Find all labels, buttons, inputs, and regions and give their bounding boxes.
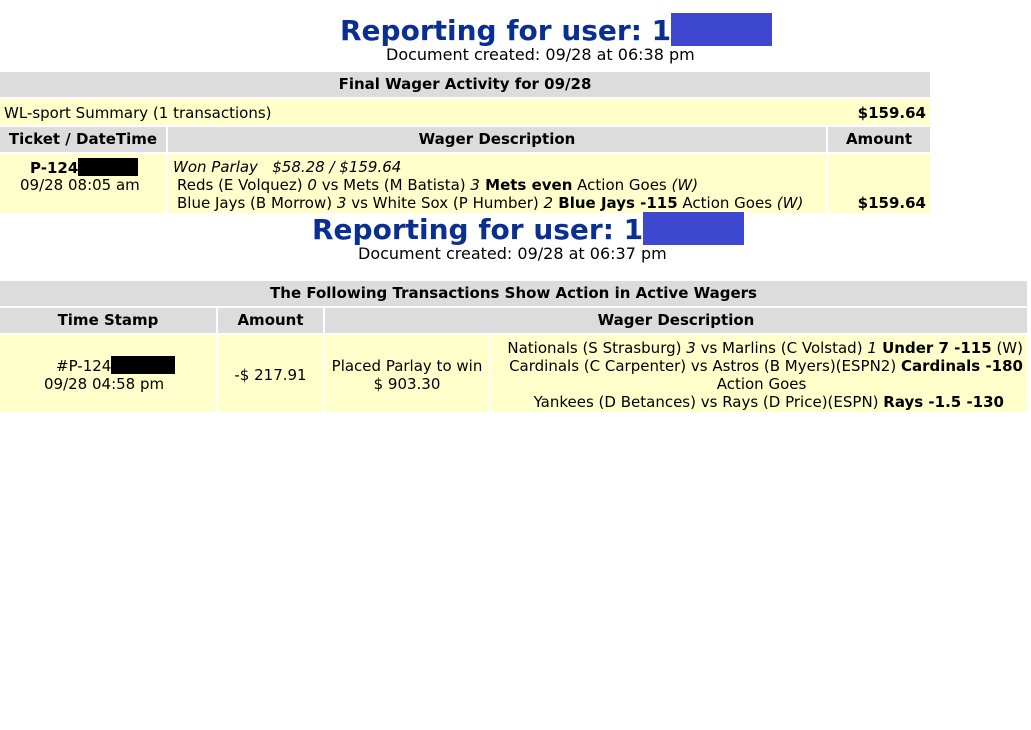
leg-result: (W)	[776, 194, 804, 212]
redacted-ticket	[78, 158, 139, 176]
leg-text: Reds (E Volquez)	[177, 176, 308, 194]
leg-text: Nationals (S Strasburg)	[507, 339, 687, 357]
section-title: The Following Transactions Show Action i…	[0, 281, 1027, 306]
leg-text: Blue Jays (B Morrow)	[177, 194, 337, 212]
ticket-datetime: 09/28 08:05 am	[20, 176, 140, 194]
redacted-user-id	[643, 212, 745, 245]
row-divider	[166, 154, 168, 213]
leg-pick: Mets even	[479, 176, 573, 194]
column-header-ticket: Ticket / DateTime	[0, 127, 166, 152]
leg-text: vs White Sox (P Humber)	[346, 194, 544, 212]
redacted-user-id	[671, 13, 773, 46]
section-title: Final Wager Activity for 09/28	[0, 72, 930, 97]
report-title-text: Reporting for user: 1	[312, 213, 644, 246]
summary-label: WL-sport Summary (1 transactions)	[4, 104, 272, 122]
report-title-text: Reporting for user: 1	[340, 14, 672, 47]
leg-score: 3	[470, 176, 480, 194]
row-divider	[826, 154, 828, 213]
summary-amount: $159.64	[857, 104, 926, 122]
ticket-number-text: #P-124	[56, 357, 112, 375]
timestamp: 09/28 04:58 pm	[44, 375, 165, 393]
column-header-timestamp: Time Stamp	[0, 308, 216, 333]
wager-leg: Nationals (S Strasburg) 3 vs Marlins (C …	[491, 339, 1023, 357]
wager-leg: Cardinals (C Carpenter) vs Astros (B Mye…	[491, 357, 1023, 375]
report-title: Reporting for user: 1	[340, 13, 773, 47]
leg-score: 2	[543, 194, 554, 212]
result-line: Won Parlay $58.28 / $159.64	[173, 158, 402, 176]
wager-leg: Reds (E Volquez) 0 vs Mets (M Batista) 3…	[177, 176, 698, 194]
ticket-number-text: P-124	[30, 159, 79, 177]
leg-score: 3	[686, 339, 696, 357]
leg-pick: Under 7 -115	[876, 339, 992, 357]
active-amount: -$ 217.91	[234, 366, 307, 384]
leg-pick: Cardinals -180	[900, 357, 1023, 375]
wager-leg: Yankees (D Betances) vs Rays (D Price)(E…	[491, 393, 1004, 411]
leg-pick: Rays -1.5 -130	[883, 393, 1004, 411]
leg-score: 1	[867, 339, 877, 357]
leg-text: Cardinals (C Carpenter) vs Astros (B Mye…	[509, 357, 901, 375]
ticket-number: #P-124	[56, 356, 176, 375]
leg-score: 3	[336, 194, 347, 212]
leg-text: Yankees (D Betances) vs Rays (D Price)(E…	[533, 393, 884, 411]
document-created: Document created: 09/28 at 06:38 pm	[386, 45, 695, 64]
wager-leg: Blue Jays (B Morrow) 3 vs White Sox (P H…	[177, 194, 803, 212]
leg-text: Action Goes	[677, 194, 777, 212]
document-created: Document created: 09/28 at 06:37 pm	[358, 244, 667, 263]
to-win-amount: $ 903.30	[373, 375, 441, 393]
ticket-number: P-124	[30, 158, 139, 177]
leg-text: vs Mets (M Batista)	[316, 176, 471, 194]
leg-result: (W)	[991, 339, 1023, 357]
column-header-amount: Amount	[828, 127, 930, 152]
leg-result: (W)	[671, 176, 699, 194]
leg-pick: Blue Jays -115	[553, 194, 678, 212]
column-header-description: Wager Description	[168, 127, 826, 152]
column-header-description: Wager Description	[325, 308, 1027, 333]
report-title: Reporting for user: 1	[312, 212, 745, 246]
redacted-ticket	[111, 356, 176, 374]
leg-score: 0	[307, 176, 317, 194]
wager-leg-action: Action Goes	[716, 375, 807, 393]
wager-amount: $159.64	[857, 194, 926, 212]
leg-text: Action Goes	[572, 176, 672, 194]
leg-text: vs Marlins (C Volstad)	[695, 339, 868, 357]
placed-parlay: Placed Parlay to win	[331, 357, 483, 375]
column-header-amount: Amount	[218, 308, 323, 333]
